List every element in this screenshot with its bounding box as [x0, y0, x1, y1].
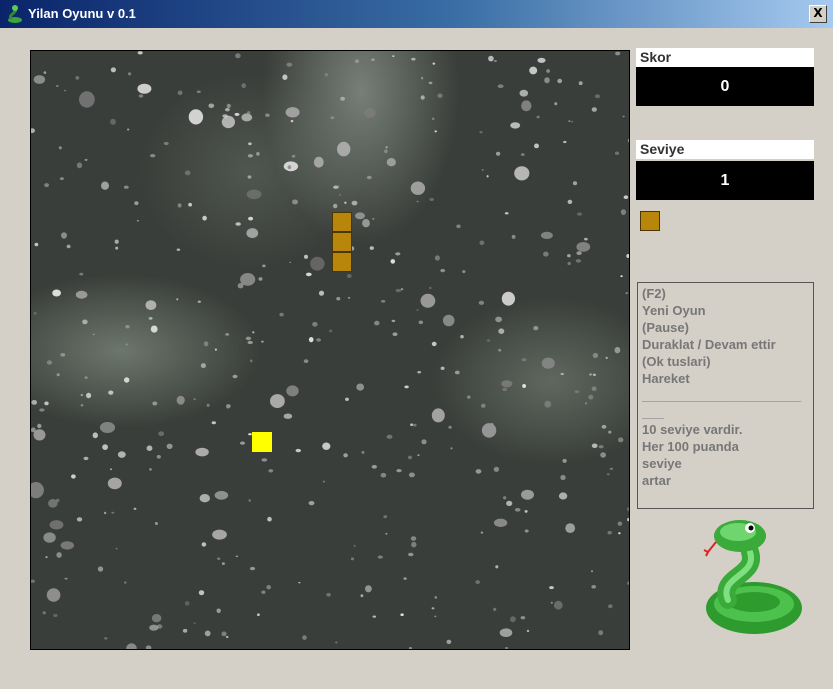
asteroid-background	[31, 51, 629, 649]
help-panel: (F2) Yeni Oyun (Pause) Duraklat / Devam …	[637, 282, 814, 509]
snake-icon	[8, 5, 22, 23]
game-board[interactable]	[30, 50, 630, 650]
help-line: (F2)	[642, 286, 666, 301]
snake-segment	[332, 232, 352, 252]
help-line: Yeni Oyun	[642, 303, 706, 318]
snake-color-indicator	[640, 211, 660, 231]
help-line: (Ok tuslari)	[642, 354, 711, 369]
snake-segment	[332, 252, 352, 272]
help-line: Hareket	[642, 371, 690, 386]
food-item	[252, 432, 272, 452]
close-button[interactable]: X	[809, 5, 827, 23]
help-line: Her 100 puanda	[642, 439, 739, 454]
score-label: Skor	[636, 48, 814, 67]
snake-segment	[332, 212, 352, 232]
help-line: 10 seviye vardir.	[642, 422, 743, 437]
snake-logo-icon	[703, 520, 802, 634]
help-line: (Pause)	[642, 320, 689, 335]
window-title: Yilan Oyunu v 0.1	[28, 6, 136, 21]
help-line: seviye	[642, 456, 682, 471]
title-bar: Yilan Oyunu v 0.1 X	[0, 0, 833, 28]
help-line: ______________________	[642, 388, 802, 403]
help-line: ___	[642, 405, 664, 420]
level-value: 1	[636, 161, 814, 200]
level-label: Seviye	[636, 140, 814, 159]
score-value: 0	[636, 67, 814, 106]
help-line: artar	[642, 473, 671, 488]
help-line: Duraklat / Devam ettir	[642, 337, 776, 352]
